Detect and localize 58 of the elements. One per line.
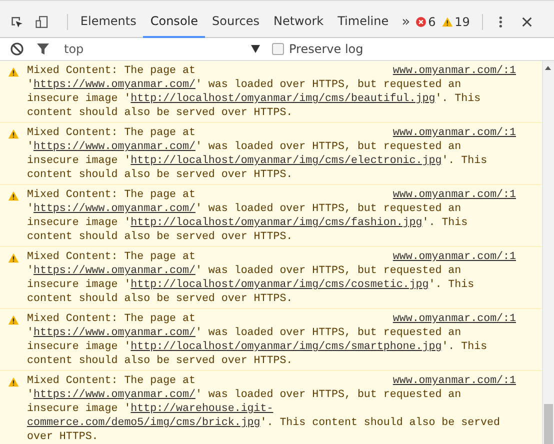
dropdown-arrow-icon[interactable] xyxy=(251,45,260,53)
error-icon xyxy=(416,16,426,28)
scrollbar-thumb[interactable] xyxy=(544,404,553,444)
url-link[interactable]: https://www.omyanmar.com/ xyxy=(33,265,196,277)
warning-icon xyxy=(8,191,19,201)
url-link[interactable]: http://localhost/omyanmar/img/cms/beautiful.jpg xyxy=(130,93,436,105)
context-dropdown[interactable]: top xyxy=(64,42,260,56)
url-link[interactable]: https://www.omyanmar.com/ xyxy=(33,327,196,339)
scrollbar[interactable] xyxy=(542,61,554,444)
source-link[interactable]: www.omyanmar.com/:1 xyxy=(392,64,516,78)
console-message: 'https://www.omyanmar.com/' was loaded over HTTPS, but requested an insecure image 'http://localhost/omyanmar/img/cms/smartphone.jpg'. This content should also be served over HTTPS. xyxy=(27,326,488,368)
console-message: 'https://www.omyanmar.com/' was loaded over HTTPS, but requested an insecure image 'http://warehouse.igit- commerce.com/demo5/img/cms/brick.jpg'. This content should also be served over HTTPS. xyxy=(27,388,500,444)
url-link[interactable]: commerce.com/demo5/img/cms/brick.jpg xyxy=(27,417,260,429)
scroll-up-icon[interactable] xyxy=(545,66,551,70)
more-tabs-button[interactable]: » xyxy=(396,14,416,30)
console-message: 'https://www.omyanmar.com/' was loaded over HTTPS, but requested an insecure image 'http://localhost/omyanmar/img/cms/cosmetic.jpg'. This content should also be served over HTTPS. xyxy=(27,264,474,306)
url-link[interactable]: http://localhost/omyanmar/img/cms/smartphone.jpg xyxy=(130,341,442,353)
warning-icon xyxy=(8,67,19,77)
message-heading: Mixed Content: The page at xyxy=(27,312,196,326)
more-options-icon[interactable] xyxy=(498,14,502,28)
message-heading: Mixed Content: The page at xyxy=(27,188,196,202)
warning-icon xyxy=(442,16,453,28)
source-link[interactable]: www.omyanmar.com/:1 xyxy=(392,312,516,326)
url-link[interactable]: https://www.omyanmar.com/ xyxy=(33,389,196,401)
warning-icon xyxy=(8,253,19,263)
console-message: 'https://www.omyanmar.com/' was loaded over HTTPS, but requested an insecure image 'http://localhost/omyanmar/img/cms/electronic.jpg'. This content should also be served over HTTPS. xyxy=(27,140,488,182)
url-link[interactable]: https://www.omyanmar.com/ xyxy=(33,79,196,91)
source-link[interactable]: www.omyanmar.com/:1 xyxy=(392,188,516,202)
source-link[interactable]: www.omyanmar.com/:1 xyxy=(392,250,516,264)
close-icon[interactable] xyxy=(522,16,532,28)
clear-icon[interactable] xyxy=(10,42,24,56)
tab[interactable]: Network xyxy=(266,6,331,38)
url-link[interactable]: https://www.omyanmar.com/ xyxy=(33,141,196,153)
source-link[interactable]: www.omyanmar.com/:1 xyxy=(392,126,516,140)
checkbox[interactable] xyxy=(272,43,284,55)
tab[interactable]: Timeline xyxy=(330,6,396,38)
source-link[interactable]: www.omyanmar.com/:1 xyxy=(392,374,516,388)
warning-icon xyxy=(8,315,19,325)
warning-count: 19 xyxy=(454,14,470,28)
filter-icon[interactable] xyxy=(36,42,50,56)
url-link[interactable]: http://localhost/omyanmar/img/cms/electronic.jpg xyxy=(130,155,442,167)
message-heading: Mixed Content: The page at xyxy=(27,64,196,78)
tab[interactable]: Elements xyxy=(73,6,144,38)
warning-icon xyxy=(8,377,19,387)
url-link[interactable]: http://warehouse.igit- xyxy=(130,403,274,415)
message-heading: Mixed Content: The page at xyxy=(27,374,196,388)
console-message: 'https://www.omyanmar.com/' was loaded over HTTPS, but requested an insecure image 'http://localhost/omyanmar/img/cms/fashion.jpg'. This content should also be served over HTTPS. xyxy=(27,202,468,244)
warning-icon xyxy=(8,129,19,139)
tab[interactable]: Sources xyxy=(205,6,266,38)
message-heading: Mixed Content: The page at xyxy=(27,250,196,264)
url-link[interactable]: http://localhost/omyanmar/img/cms/cosmetic.jpg xyxy=(130,279,429,291)
device-icon[interactable] xyxy=(35,14,49,30)
url-link[interactable]: http://localhost/omyanmar/img/cms/fashion.jpg xyxy=(130,217,422,229)
checkbox-label: Preserve log xyxy=(289,42,364,56)
console-message: 'https://www.omyanmar.com/' was loaded over HTTPS, but requested an insecure image 'http://localhost/omyanmar/img/cms/beautiful.jpg'. This content should also be served over HTTPS. xyxy=(27,78,481,120)
url-link[interactable]: https://www.omyanmar.com/ xyxy=(33,203,196,215)
error-count: 6 xyxy=(428,14,436,28)
message-heading: Mixed Content: The page at xyxy=(27,126,196,140)
